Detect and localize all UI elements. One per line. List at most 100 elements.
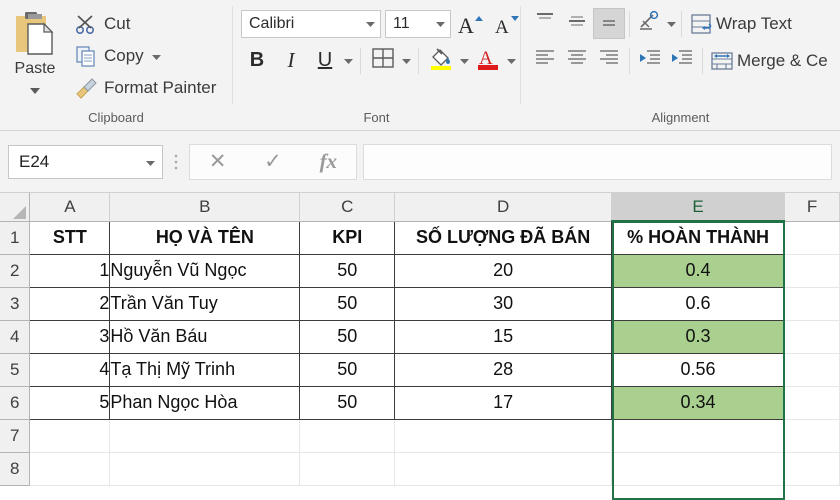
column-header-c[interactable]: C bbox=[299, 193, 396, 222]
font-color-button[interactable]: A bbox=[472, 45, 504, 76]
increase-font-size-button[interactable]: A bbox=[455, 8, 487, 39]
cell-a7[interactable] bbox=[29, 419, 111, 453]
cell-b1[interactable]: HỌ VÀ TÊN bbox=[109, 220, 301, 255]
cell-d2[interactable]: 20 bbox=[394, 253, 613, 288]
fill-color-button[interactable] bbox=[425, 45, 457, 76]
fill-color-dropdown-caret[interactable] bbox=[459, 52, 470, 70]
font-size-combo[interactable]: 11 bbox=[385, 9, 451, 38]
row-header-6[interactable]: 6 bbox=[0, 386, 31, 420]
cell-c7[interactable] bbox=[299, 419, 396, 453]
cell-f1[interactable] bbox=[784, 221, 840, 255]
cancel-formula-button[interactable]: ✕ bbox=[196, 149, 240, 174]
cell-d5[interactable]: 28 bbox=[394, 352, 613, 387]
cell-e5[interactable]: 0.56 bbox=[611, 352, 786, 387]
cell-b3[interactable]: Trần Văn Tuy bbox=[109, 286, 301, 321]
font-name-combo[interactable]: Calibri bbox=[241, 9, 381, 38]
bottom-align-button[interactable] bbox=[593, 8, 625, 39]
cell-e6[interactable]: 0.34 bbox=[611, 385, 786, 420]
align-right-button[interactable] bbox=[593, 45, 625, 76]
cell-c5[interactable]: 50 bbox=[299, 352, 396, 387]
cell-a1[interactable]: STT bbox=[29, 220, 111, 255]
bold-button[interactable]: B bbox=[241, 45, 273, 76]
cell-f6[interactable] bbox=[784, 386, 840, 420]
row-header-3[interactable]: 3 bbox=[0, 287, 31, 321]
underline-button[interactable]: U bbox=[309, 45, 341, 76]
column-header-a[interactable]: A bbox=[29, 193, 111, 222]
cell-c2[interactable]: 50 bbox=[299, 253, 396, 288]
cell-d8[interactable] bbox=[394, 452, 613, 486]
cell-b4[interactable]: Hồ Văn Báu bbox=[109, 319, 301, 354]
cut-button[interactable]: Cut bbox=[70, 8, 222, 39]
cell-b2[interactable]: Nguyễn Vũ Ngọc bbox=[109, 253, 301, 288]
orientation-dropdown-caret[interactable] bbox=[666, 15, 677, 33]
borders-button[interactable] bbox=[367, 45, 399, 76]
cell-a4[interactable]: 3 bbox=[29, 319, 111, 354]
cell-b7[interactable] bbox=[109, 419, 301, 453]
enter-formula-button[interactable]: ✓ bbox=[251, 149, 295, 174]
name-box-caret-icon[interactable] bbox=[145, 152, 156, 172]
cell-a8[interactable] bbox=[29, 452, 111, 486]
top-align-button[interactable] bbox=[529, 8, 561, 39]
cell-e7[interactable] bbox=[611, 419, 786, 453]
row-header-1[interactable]: 1 bbox=[0, 221, 31, 255]
column-header-e[interactable]: E bbox=[611, 193, 786, 222]
cell-c4[interactable]: 50 bbox=[299, 319, 396, 354]
middle-align-button[interactable] bbox=[561, 8, 593, 39]
paste-button[interactable]: Paste bbox=[0, 4, 70, 104]
cell-b6[interactable]: Phan Ngọc Hòa bbox=[109, 385, 301, 420]
cell-b5[interactable]: Tạ Thị Mỹ Trinh bbox=[109, 352, 301, 387]
decrease-font-size-button[interactable]: A bbox=[491, 8, 523, 39]
cell-f7[interactable] bbox=[784, 419, 840, 453]
cell-c8[interactable] bbox=[299, 452, 396, 486]
cell-e1[interactable]: % HOÀN THÀNH bbox=[611, 220, 786, 255]
cell-a6[interactable]: 5 bbox=[29, 385, 111, 420]
decrease-indent-button[interactable] bbox=[634, 45, 666, 76]
select-all-corner[interactable] bbox=[0, 193, 31, 222]
copy-dropdown-caret[interactable] bbox=[151, 46, 162, 66]
cell-a2[interactable]: 1 bbox=[29, 253, 111, 288]
cell-f2[interactable] bbox=[784, 254, 840, 288]
cell-a3[interactable]: 2 bbox=[29, 286, 111, 321]
name-box[interactable]: E24 bbox=[8, 144, 163, 179]
insert-function-button[interactable]: fx bbox=[306, 149, 350, 174]
row-header-8[interactable]: 8 bbox=[0, 452, 31, 486]
align-center-button[interactable] bbox=[561, 45, 593, 76]
cell-e2[interactable]: 0.4 bbox=[611, 253, 786, 288]
column-header-b[interactable]: B bbox=[109, 193, 301, 222]
cell-c1[interactable]: KPI bbox=[299, 220, 396, 255]
cell-d7[interactable] bbox=[394, 419, 613, 453]
formula-input[interactable] bbox=[363, 143, 832, 180]
cell-f4[interactable] bbox=[784, 320, 840, 354]
cell-f5[interactable] bbox=[784, 353, 840, 387]
align-left-button[interactable] bbox=[529, 45, 561, 76]
wrap-text-button[interactable]: Wrap Text bbox=[686, 8, 792, 39]
copy-button[interactable]: Copy bbox=[70, 40, 222, 71]
format-painter-button[interactable]: Format Painter bbox=[70, 72, 222, 103]
row-header-7[interactable]: 7 bbox=[0, 419, 31, 453]
row-header-4[interactable]: 4 bbox=[0, 320, 31, 354]
underline-dropdown-caret[interactable] bbox=[343, 52, 354, 70]
font-size-caret-icon[interactable] bbox=[435, 15, 446, 33]
cell-d4[interactable]: 15 bbox=[394, 319, 613, 354]
italic-button[interactable]: I bbox=[275, 45, 307, 76]
cell-d3[interactable]: 30 bbox=[394, 286, 613, 321]
paste-dropdown-caret[interactable] bbox=[29, 82, 41, 100]
cell-e8[interactable] bbox=[611, 452, 786, 486]
cell-e4[interactable]: 0.3 bbox=[611, 319, 786, 354]
cell-d6[interactable]: 17 bbox=[394, 385, 613, 420]
orientation-button[interactable] bbox=[634, 8, 666, 39]
cell-a5[interactable]: 4 bbox=[29, 352, 111, 387]
font-color-dropdown-caret[interactable] bbox=[506, 52, 517, 70]
column-header-d[interactable]: D bbox=[394, 193, 613, 222]
cell-f3[interactable] bbox=[784, 287, 840, 321]
font-name-caret-icon[interactable] bbox=[365, 15, 376, 33]
row-header-5[interactable]: 5 bbox=[0, 353, 31, 387]
cell-f8[interactable] bbox=[784, 452, 840, 486]
borders-dropdown-caret[interactable] bbox=[401, 52, 412, 70]
cell-c3[interactable]: 50 bbox=[299, 286, 396, 321]
row-header-2[interactable]: 2 bbox=[0, 254, 31, 288]
merge-center-button[interactable]: Merge & Ce bbox=[707, 45, 828, 76]
column-header-f[interactable]: F bbox=[784, 193, 840, 222]
cell-b8[interactable] bbox=[109, 452, 301, 486]
increase-indent-button[interactable] bbox=[666, 45, 698, 76]
